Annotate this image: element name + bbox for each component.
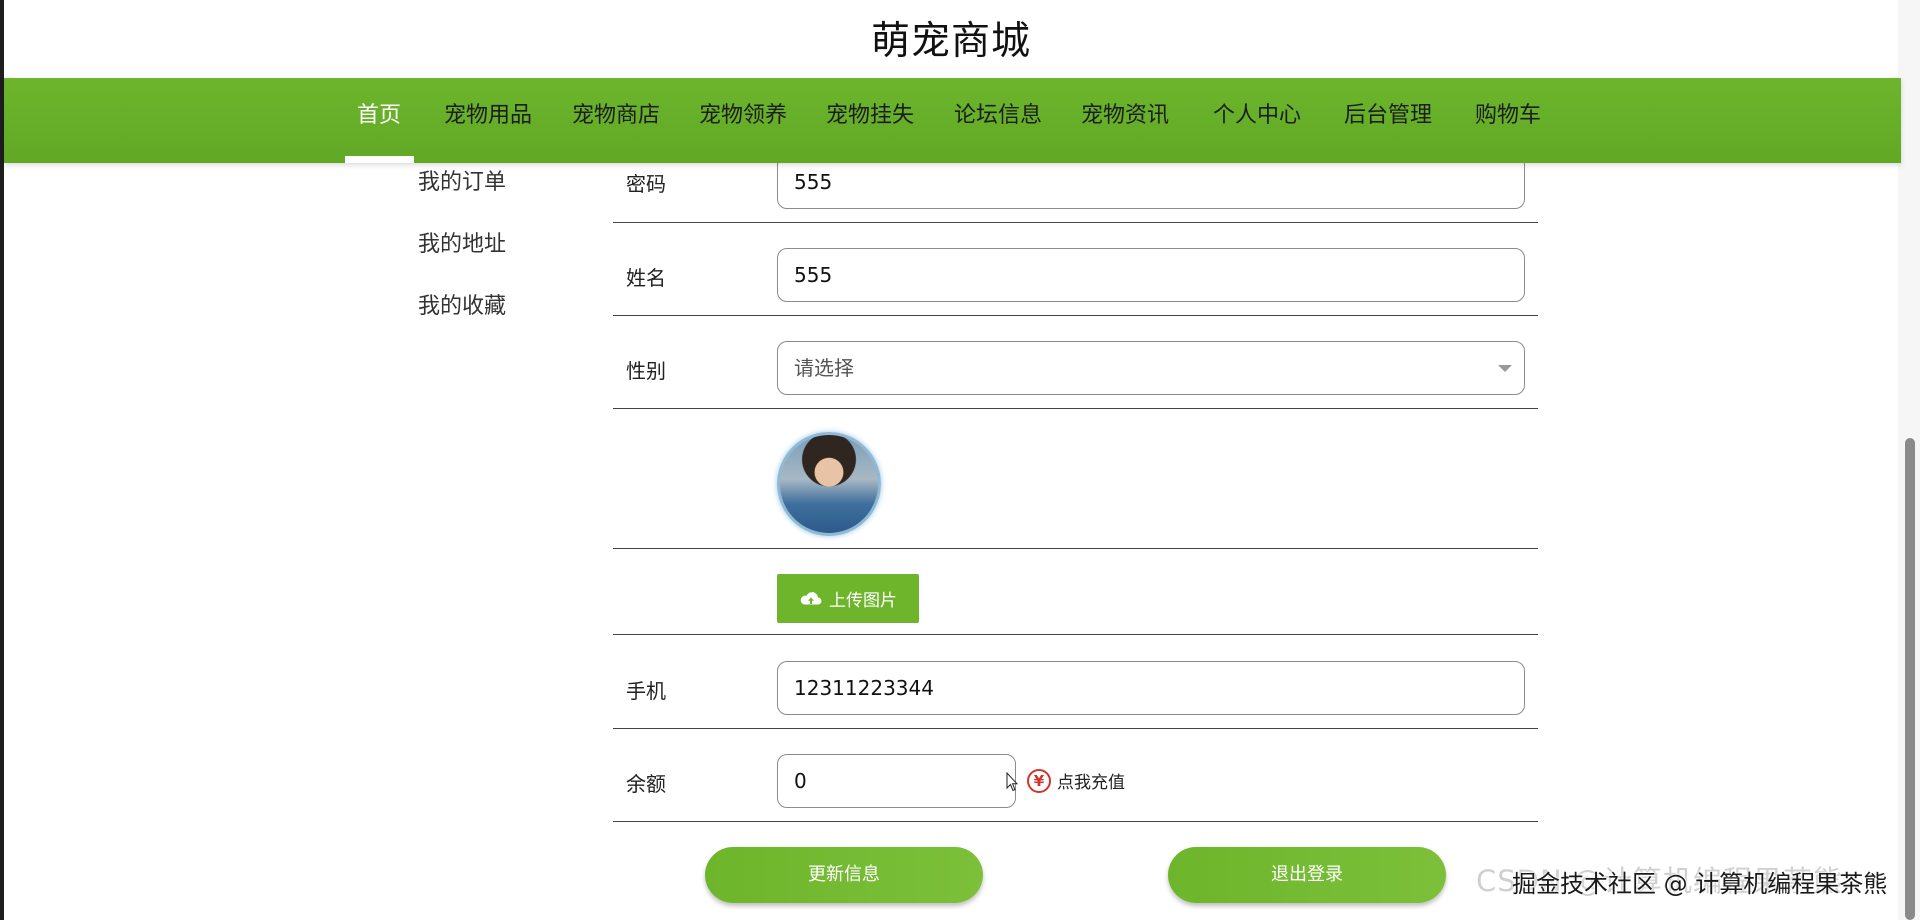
password-field[interactable]: 555 xyxy=(777,155,1525,209)
nav-item-forum[interactable]: 论坛信息 xyxy=(954,78,1042,163)
password-label: 密码 xyxy=(626,172,666,196)
site-header: 萌宠商城 xyxy=(4,0,1898,78)
site-title: 萌宠商城 xyxy=(870,19,1031,64)
nav-item-pet-supplies[interactable]: 宠物用品 xyxy=(444,78,532,163)
yen-icon: ¥ xyxy=(1027,768,1051,793)
name-label: 姓名 xyxy=(626,266,666,290)
nav-item-cart[interactable]: 购物车 xyxy=(1475,78,1541,163)
sidebar-item-favorites[interactable]: 我的收藏 xyxy=(418,288,506,320)
nav-item-home[interactable]: 首页 xyxy=(357,78,401,163)
upload-image-label: 上传图片 xyxy=(829,591,897,611)
nav-item-admin[interactable]: 后台管理 xyxy=(1344,78,1432,163)
gender-select[interactable]: 请选择 xyxy=(777,341,1525,395)
chevron-down-icon xyxy=(1498,365,1512,372)
nav-active-indicator xyxy=(345,156,414,163)
row-divider xyxy=(613,408,1538,409)
nav-item-personal-center[interactable]: 个人中心 xyxy=(1213,78,1301,163)
scrollbar[interactable] xyxy=(1898,0,1920,920)
row-divider xyxy=(613,728,1538,729)
recharge-label: 点我充值 xyxy=(1057,773,1125,793)
row-divider xyxy=(613,821,1538,822)
nav-item-pet-store[interactable]: 宠物商店 xyxy=(572,78,660,163)
sidebar-item-orders[interactable]: 我的订单 xyxy=(418,164,506,196)
balance-label: 余额 xyxy=(626,772,666,796)
row-divider xyxy=(613,222,1538,223)
scrollbar-thumb[interactable] xyxy=(1905,438,1915,920)
phone-field[interactable]: 12311223344 xyxy=(777,661,1525,715)
watermark-front: 掘金技术社区 @ 计算机编程果茶熊 xyxy=(1512,870,1888,898)
mouse-pointer-icon xyxy=(1006,772,1018,792)
update-info-button[interactable]: 更新信息 xyxy=(705,847,983,903)
row-divider xyxy=(613,634,1538,635)
name-field[interactable]: 555 xyxy=(777,248,1525,302)
phone-label: 手机 xyxy=(626,679,666,703)
main-nav: 首页 宠物用品 宠物商店 宠物领养 宠物挂失 论坛信息 宠物资讯 个人中心 后台… xyxy=(4,78,1901,163)
upload-image-button[interactable]: 上传图片 xyxy=(777,574,919,623)
sidebar-item-address[interactable]: 我的地址 xyxy=(418,226,506,258)
gender-select-placeholder: 请选择 xyxy=(794,356,854,380)
logout-button[interactable]: 退出登录 xyxy=(1168,847,1446,903)
cloud-upload-icon xyxy=(800,591,822,604)
avatar xyxy=(777,432,881,536)
nav-item-pet-adoption[interactable]: 宠物领养 xyxy=(699,78,787,163)
gender-label: 性别 xyxy=(626,359,666,383)
balance-field[interactable]: 0 xyxy=(777,754,1016,808)
row-divider xyxy=(613,548,1538,549)
nav-item-pet-lost[interactable]: 宠物挂失 xyxy=(826,78,914,163)
row-divider xyxy=(613,315,1538,316)
nav-item-pet-news[interactable]: 宠物资讯 xyxy=(1081,78,1169,163)
recharge-link[interactable]: ¥ 点我充值 xyxy=(1027,768,1125,793)
